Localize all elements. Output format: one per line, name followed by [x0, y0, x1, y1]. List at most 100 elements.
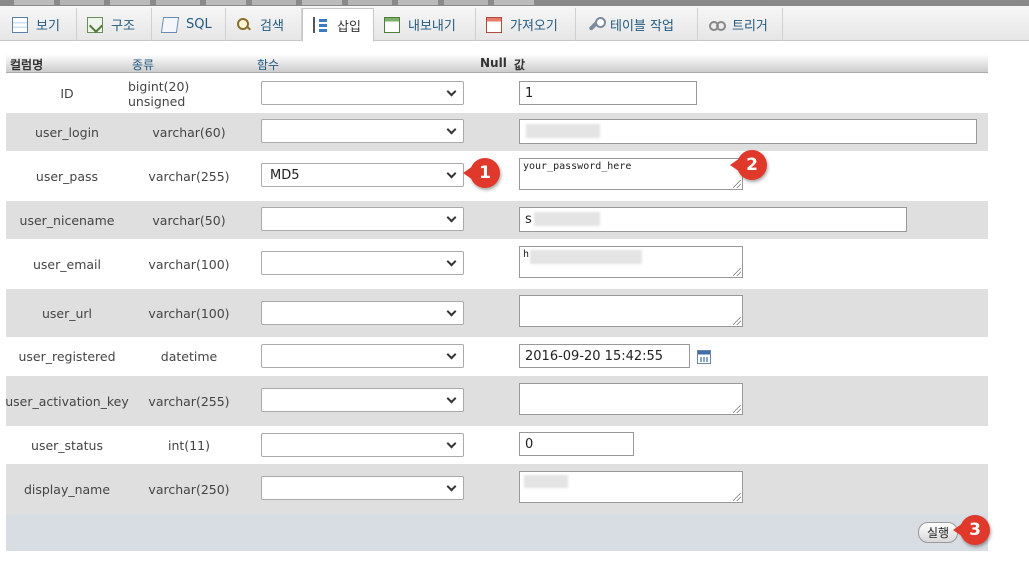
- tab-bar: 보기 구조 SQL 검색 삽입 내보내기 가져오기 테이블 작업 트리거: [0, 6, 1029, 42]
- function-select[interactable]: [261, 81, 464, 105]
- chevron-down-icon: [446, 124, 457, 135]
- chevron-down-icon: [446, 256, 457, 267]
- function-select[interactable]: [261, 433, 464, 457]
- column-type: varchar(100): [148, 256, 230, 272]
- value-input[interactable]: 1: [519, 81, 697, 105]
- column-name: user_status: [31, 437, 103, 453]
- tab-label: 보기: [36, 19, 60, 34]
- chevron-down-icon: [446, 481, 457, 492]
- resize-grip-icon[interactable]: [733, 317, 741, 325]
- chevron-down-icon: [446, 168, 457, 179]
- column-type: bigint(20) unsigned: [128, 78, 190, 109]
- header-column: 컬럼명: [10, 58, 44, 72]
- resize-grip-icon[interactable]: [733, 405, 741, 413]
- tab-label: 구조: [111, 19, 135, 34]
- table-row: display_name varchar(250): [6, 464, 988, 514]
- chevron-down-icon: [446, 212, 457, 223]
- tab-operations[interactable]: 테이블 작업: [576, 8, 698, 41]
- redacted-value: [524, 475, 568, 488]
- table-row: user_status int(11) 0: [6, 426, 988, 464]
- table-row: ID bigint(20) unsigned 1: [6, 74, 988, 113]
- textarea-text: h: [523, 249, 530, 260]
- redacted-value: [526, 124, 600, 138]
- tab-insert[interactable]: 삽입: [302, 8, 374, 42]
- column-type: varchar(100): [148, 305, 230, 321]
- function-select[interactable]: [261, 344, 464, 368]
- redacted-value: [534, 212, 600, 226]
- table-row: user_activation_key varchar(255): [5, 376, 988, 426]
- function-select[interactable]: [261, 476, 464, 500]
- header-type: 종류: [132, 58, 155, 72]
- tab-triggers[interactable]: 트리거: [698, 8, 783, 41]
- insert-icon: [313, 17, 329, 33]
- export-icon: [384, 16, 400, 33]
- table-row: user_nicename varchar(50) s: [6, 201, 988, 239]
- annotation-badge-2: 2: [730, 150, 767, 180]
- header-function: 함수: [257, 58, 280, 72]
- value-input[interactable]: [519, 119, 977, 144]
- calendar-icon[interactable]: [697, 350, 711, 364]
- tab-structure[interactable]: 구조: [77, 8, 152, 41]
- chevron-down-icon: [446, 306, 457, 317]
- tab-import[interactable]: 가져오기: [476, 8, 576, 41]
- browse-icon: [12, 16, 28, 33]
- function-select[interactable]: MD5: [261, 163, 464, 187]
- sql-icon: [160, 16, 180, 33]
- textarea-text: your_password_here: [523, 161, 632, 172]
- column-name: user_registered: [18, 349, 116, 364]
- annotation-badge-1: 1: [463, 158, 500, 188]
- wrench-icon: [586, 16, 606, 33]
- column-name: user_pass: [35, 168, 99, 184]
- column-name: user_activation_key: [5, 393, 129, 409]
- table-row: user_url varchar(100): [6, 289, 988, 337]
- tab-label: 트리거: [732, 19, 768, 34]
- value-input[interactable]: 0: [519, 432, 634, 456]
- function-select[interactable]: [261, 119, 464, 143]
- import-icon: [486, 16, 502, 33]
- go-button[interactable]: 실행: [918, 522, 958, 543]
- value-textarea[interactable]: your_password_here: [519, 158, 743, 190]
- function-select[interactable]: [261, 207, 464, 231]
- form-footer: [6, 514, 988, 551]
- redacted-value: [530, 250, 642, 264]
- annotation-badge-3: 3: [953, 515, 990, 545]
- column-name: user_email: [33, 256, 101, 272]
- function-select[interactable]: [261, 388, 464, 412]
- header-null: Null: [480, 56, 507, 70]
- column-name: user_url: [41, 305, 93, 321]
- tab-search[interactable]: 검색: [226, 8, 302, 41]
- column-type: varchar(60): [152, 124, 226, 140]
- chevron-down-icon: [446, 349, 457, 360]
- insert-table-header: 컬럼명 종류 함수 Null 값: [6, 54, 988, 73]
- tab-label: 테이블 작업: [610, 19, 674, 34]
- resize-grip-icon[interactable]: [733, 180, 741, 188]
- value-input[interactable]: s: [519, 207, 907, 232]
- column-name: user_nicename: [19, 212, 115, 228]
- search-icon: [236, 17, 252, 33]
- value-textarea[interactable]: h: [519, 246, 743, 278]
- function-select[interactable]: [261, 251, 464, 275]
- column-type: varchar(255): [148, 393, 230, 409]
- value-textarea[interactable]: [519, 295, 743, 327]
- chevron-down-icon: [446, 438, 457, 449]
- tab-label: 가져오기: [510, 19, 558, 34]
- tab-sql[interactable]: SQL: [152, 8, 226, 41]
- tab-export[interactable]: 내보내기: [374, 8, 476, 41]
- function-select[interactable]: [261, 301, 464, 325]
- chevron-down-icon: [446, 86, 457, 97]
- cropped-breadcrumb: [14, 0, 534, 5]
- resize-grip-icon[interactable]: [733, 493, 741, 501]
- trigger-icon: [708, 17, 726, 33]
- header-value: 값: [514, 58, 526, 72]
- column-type: varchar(255): [148, 168, 230, 184]
- tab-browse[interactable]: 보기: [2, 8, 77, 41]
- resize-grip-icon[interactable]: [733, 268, 741, 276]
- column-name: user_login: [35, 124, 99, 140]
- datetime-input[interactable]: 2016-09-20 15:42:55: [519, 344, 690, 368]
- column-name: ID: [60, 86, 74, 101]
- column-type: datetime: [160, 349, 218, 364]
- chevron-down-icon: [446, 393, 457, 404]
- value-textarea[interactable]: [519, 471, 743, 503]
- value-textarea[interactable]: [519, 383, 743, 415]
- column-type: varchar(250): [148, 481, 230, 497]
